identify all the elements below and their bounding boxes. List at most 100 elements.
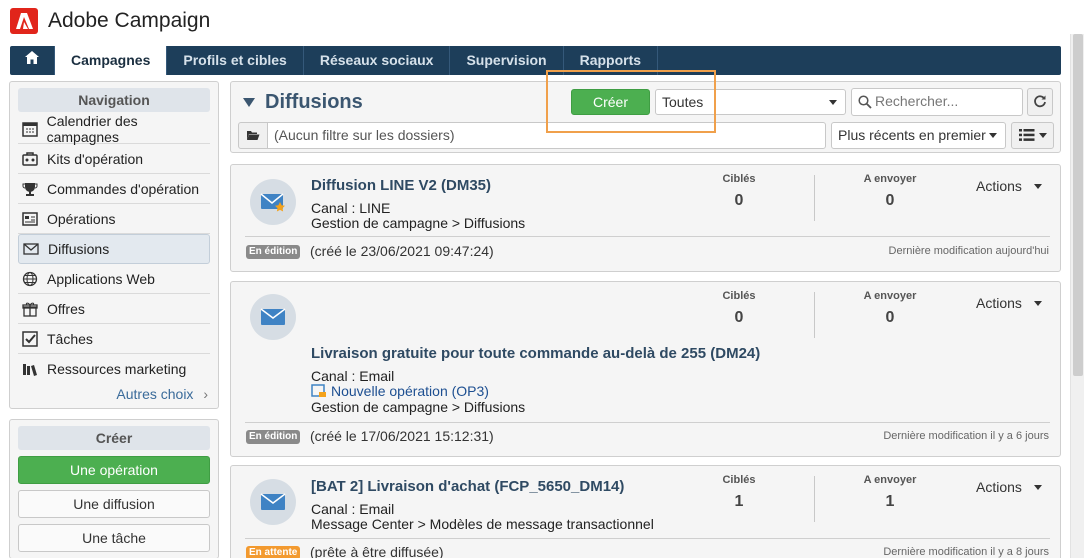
operation-link-label: Nouvelle opération (OP3) xyxy=(331,383,489,399)
nav-item-kits[interactable]: Kits d'opération xyxy=(18,144,210,174)
autres-choix-link[interactable]: Autres choix › xyxy=(116,386,208,402)
delivery-name[interactable]: [BAT 2] Livraison d'achat (FCP_5650_DM14… xyxy=(311,478,624,495)
delivery-card[interactable]: Diffusion LINE V2 (DM35) Canal : LINE Ge… xyxy=(230,164,1061,272)
actions-menu[interactable]: Actions xyxy=(976,178,1042,194)
refresh-button[interactable] xyxy=(1027,88,1053,116)
refresh-icon xyxy=(1033,94,1047,111)
view-mode-button[interactable] xyxy=(1011,122,1054,149)
nav-item-label: Offres xyxy=(47,300,85,317)
delivery-folder-path: Message Center > Modèles de message tran… xyxy=(311,516,654,532)
targeted-count: 1 xyxy=(734,493,744,510)
nav-item-applications-web[interactable]: Applications Web xyxy=(18,264,210,294)
nav-item-label: Opérations xyxy=(47,210,116,227)
to-send-count: 0 xyxy=(885,192,895,209)
nav-tab-rapports[interactable]: Rapports xyxy=(564,46,659,75)
delivery-card[interactable]: [BAT 2] Livraison d'achat (FCP_5650_DM14… xyxy=(230,465,1061,558)
autres-choix-label: Autres choix xyxy=(116,386,194,402)
nav-tab-profils[interactable]: Profils et cibles xyxy=(167,46,304,75)
nav-item-label: Calendrier des campagnes xyxy=(46,112,138,145)
navigation-header: Navigation xyxy=(18,88,210,112)
delivery-name[interactable]: Livraison gratuite pour toute commande a… xyxy=(311,345,760,362)
search-icon xyxy=(858,95,872,112)
create-panel: Créer Une opération Une diffusion Une tâ… xyxy=(9,419,219,558)
sort-dropdown[interactable]: Plus récents en premier xyxy=(831,122,1006,149)
page-title: Diffusions xyxy=(265,91,363,113)
to-send-label: A envoyer xyxy=(863,173,917,185)
nav-item-operations[interactable]: Opérations xyxy=(18,204,210,234)
delivery-channel: Canal : LINE xyxy=(311,200,391,216)
gift-icon xyxy=(21,300,39,318)
card-divider xyxy=(245,236,1050,237)
targeted-label: Ciblés xyxy=(722,474,756,486)
actions-menu[interactable]: Actions xyxy=(976,479,1042,495)
search-input[interactable] xyxy=(875,93,1015,109)
books-icon xyxy=(21,360,39,378)
to-send-label: A envoyer xyxy=(863,474,917,486)
nav-tab-campagnes[interactable]: Campagnes xyxy=(55,46,168,75)
delivery-channel: Canal : Email xyxy=(311,501,395,517)
home-icon xyxy=(24,46,40,75)
chevron-down-icon xyxy=(829,100,837,105)
creation-info: (prête à être diffusée) xyxy=(310,544,444,558)
nav-tab-supervision[interactable]: Supervision xyxy=(450,46,564,75)
navigation-panel: Navigation Calendrier des campagnes Kits… xyxy=(9,81,219,409)
triangle-down-icon xyxy=(243,98,255,107)
status-badge: En édition xyxy=(246,245,301,259)
nav-item-taches[interactable]: Tâches xyxy=(18,324,210,354)
collapse-toggle[interactable]: Diffusions xyxy=(243,91,363,114)
folder-filter-field[interactable]: (Aucun filtre sur les dossiers) xyxy=(267,122,826,149)
delivery-card[interactable]: Ciblés 0 A envoyer 0 Actions Livraison g… xyxy=(230,281,1061,457)
operation-link[interactable]: Nouvelle opération (OP3) xyxy=(311,383,489,399)
email-icon xyxy=(250,294,296,340)
nav-item-label: Commandes d'opération xyxy=(47,180,200,197)
nav-item-ressources[interactable]: Ressources marketing xyxy=(18,354,210,384)
chevron-right-icon: › xyxy=(203,386,208,402)
delivery-name[interactable]: Diffusion LINE V2 (DM35) xyxy=(311,177,491,194)
calendar-icon xyxy=(21,120,39,138)
create-task-button[interactable]: Une tâche xyxy=(18,524,210,552)
nav-tab-reseaux-sociaux[interactable]: Réseaux sociaux xyxy=(304,46,451,75)
sort-value: Plus récents en premier xyxy=(838,127,986,143)
nav-item-calendrier[interactable]: Calendrier des campagnes xyxy=(18,112,210,145)
nav-item-offres[interactable]: Offres xyxy=(18,294,210,324)
chevron-down-icon xyxy=(1038,133,1047,138)
chevron-down-icon xyxy=(1033,484,1042,490)
home-button[interactable] xyxy=(10,46,55,75)
status-badge: En édition xyxy=(246,430,301,444)
globe-icon xyxy=(21,270,39,288)
last-modified: Dernière modification il y a 6 jours xyxy=(883,430,1049,442)
create-operation-button[interactable]: Une opération xyxy=(18,456,210,484)
type-filter-dropdown[interactable]: Toutes xyxy=(655,89,846,115)
nav-item-label: Kits d'opération xyxy=(47,150,144,167)
stat-divider xyxy=(814,175,815,221)
card-divider xyxy=(245,422,1050,423)
creation-info: (créé le 23/06/2021 09:47:24) xyxy=(310,243,494,259)
targeted-label: Ciblés xyxy=(722,173,756,185)
nav-item-diffusions[interactable]: Diffusions xyxy=(18,234,210,264)
delivery-folder-path: Gestion de campagne > Diffusions xyxy=(311,399,526,415)
create-button[interactable]: Créer xyxy=(571,89,650,115)
chevron-down-icon xyxy=(1033,300,1042,306)
delivery-channel: Canal : Email xyxy=(311,368,395,384)
last-modified: Dernière modification aujourd'hui xyxy=(888,245,1049,257)
actions-menu[interactable]: Actions xyxy=(976,295,1042,311)
create-header: Créer xyxy=(18,426,210,450)
vertical-scrollbar[interactable] xyxy=(1070,34,1084,558)
card-divider xyxy=(245,538,1050,539)
folder-filter-button[interactable] xyxy=(238,122,268,149)
title-bar: Adobe Campaign xyxy=(0,0,1070,44)
nav-item-label: Ressources marketing xyxy=(47,361,187,377)
targeted-count: 0 xyxy=(734,309,744,326)
to-send-count: 1 xyxy=(885,493,895,510)
scrollbar-thumb[interactable] xyxy=(1073,34,1083,376)
folder-icon xyxy=(246,128,260,144)
type-filter-value: Toutes xyxy=(662,94,704,110)
app-title: Adobe Campaign xyxy=(48,9,211,32)
nav-item-commandes[interactable]: Commandes d'opération xyxy=(18,174,210,204)
app-window: Adobe Campaign Campagnes Profils et cibl… xyxy=(0,0,1087,558)
search-field[interactable] xyxy=(851,88,1023,116)
email-star-icon xyxy=(250,179,296,225)
create-delivery-button[interactable]: Une diffusion xyxy=(18,490,210,518)
operation-icon xyxy=(311,384,327,398)
deliveries-header-panel: Diffusions Créer Toutes (Aucun filtre su… xyxy=(230,81,1061,153)
